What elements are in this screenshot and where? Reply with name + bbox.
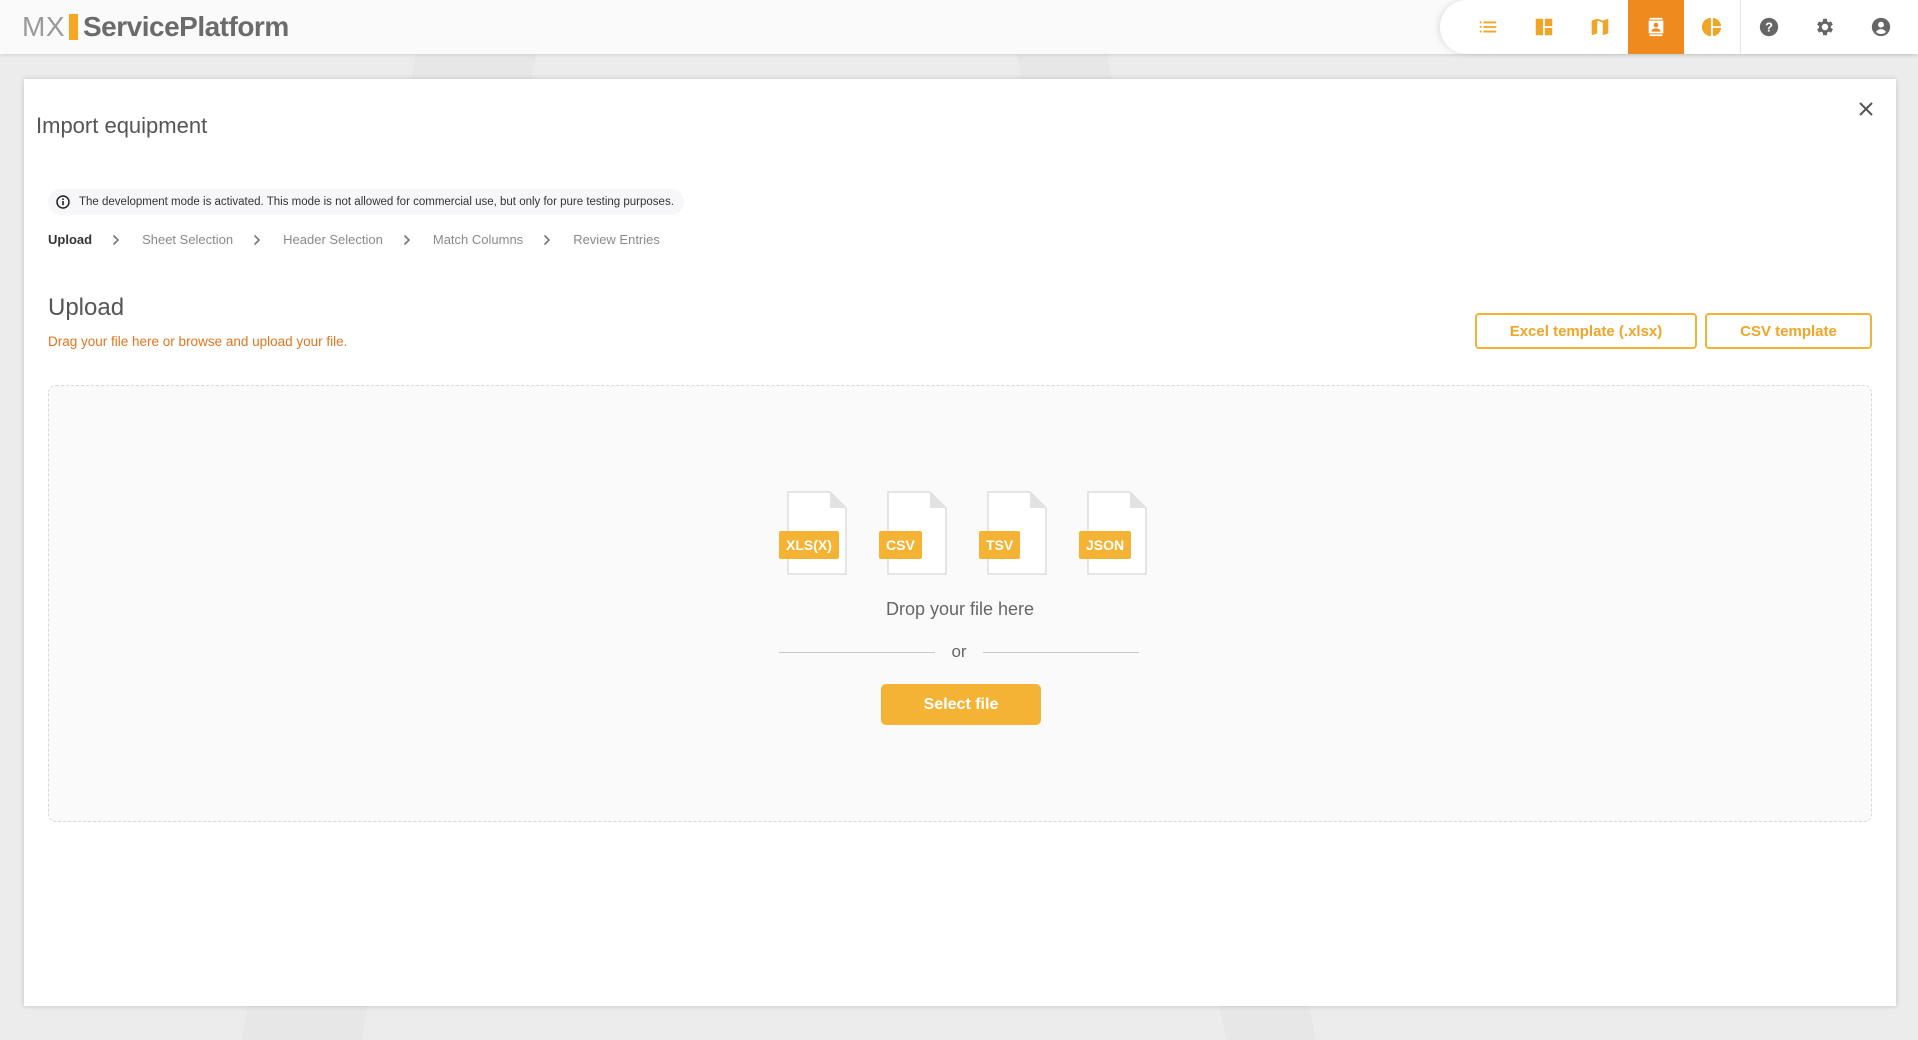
nav-list-button[interactable] — [1460, 0, 1516, 54]
logo-prefix: MX — [22, 11, 65, 42]
file-type-label: CSV — [879, 531, 922, 559]
dialog-title: Import equipment — [36, 113, 208, 138]
chevron-right-icon — [112, 234, 120, 246]
chevron-right-icon — [253, 234, 261, 246]
step-upload: Upload — [48, 232, 93, 247]
file-type-xlsx: XLS(X) — [779, 491, 847, 575]
file-type-label: TSV — [979, 531, 1021, 559]
logo-name: ServicePlatform — [83, 11, 289, 42]
help-icon: ? — [1759, 17, 1779, 37]
dashboard-icon — [1535, 18, 1553, 36]
nav-dashboard-button[interactable] — [1516, 0, 1572, 54]
info-icon — [56, 195, 70, 209]
upload-subtitle: Drag your file here or browse and upload… — [48, 334, 348, 349]
nav-pie-chart-button[interactable] — [1684, 0, 1740, 54]
nav-account-button[interactable] — [1853, 0, 1909, 54]
divider-line — [779, 651, 936, 653]
logo-bar — [69, 14, 78, 40]
step-review-entries: Review Entries — [573, 232, 660, 247]
excel-template-button[interactable]: Excel template (.xlsx) — [1475, 313, 1697, 349]
nav-help-button[interactable]: ? — [1741, 0, 1797, 54]
file-type-label: XLS(X) — [779, 531, 839, 559]
select-file-button[interactable]: Select file — [881, 684, 1041, 725]
import-dialog: Import equipment The development mode is… — [24, 79, 1896, 1006]
step-header-selection: Header Selection — [283, 232, 383, 247]
nav-contacts-button[interactable] — [1628, 0, 1684, 54]
top-navigation: ? — [1440, 0, 1918, 54]
step-match-columns: Match Columns — [432, 232, 524, 247]
stepper: Upload Sheet Selection Header Selection … — [48, 232, 660, 247]
notice-text: The development mode is activated. This … — [79, 196, 674, 208]
app-logo[interactable]: MX ServicePlatform — [22, 10, 289, 44]
contacts-icon — [1648, 17, 1664, 37]
step-sheet-selection: Sheet Selection — [142, 232, 234, 247]
divider-line — [982, 651, 1139, 653]
or-divider: or — [779, 642, 1139, 662]
csv-template-button[interactable]: CSV template — [1705, 313, 1872, 349]
file-type-label: JSON — [1079, 531, 1132, 559]
list-icon — [1479, 21, 1497, 33]
close-icon — [1859, 102, 1873, 116]
file-dropzone[interactable]: XLS(X) CSV TSV JSON Drop your file here … — [48, 385, 1872, 822]
settings-icon — [1817, 18, 1833, 36]
pie-chart-icon — [1701, 17, 1722, 37]
svg-text:?: ? — [1765, 20, 1773, 35]
map-icon — [1591, 18, 1609, 36]
nav-settings-button[interactable] — [1797, 0, 1853, 54]
file-type-tsv: TSV — [979, 491, 1047, 575]
or-text: or — [951, 642, 967, 661]
file-type-json: JSON — [1079, 491, 1147, 575]
dev-mode-notice: The development mode is activated. This … — [48, 189, 684, 215]
account-icon — [1871, 17, 1891, 37]
chevron-right-icon — [403, 234, 411, 246]
chevron-right-icon — [543, 234, 551, 246]
upload-heading: Upload — [48, 294, 125, 321]
close-button[interactable] — [1854, 97, 1878, 121]
file-type-csv: CSV — [879, 491, 947, 575]
top-bar: MX ServicePlatform ? — [0, 0, 1918, 54]
nav-map-button[interactable] — [1572, 0, 1628, 54]
file-type-icons: XLS(X) CSV TSV JSON — [779, 491, 1179, 575]
drop-text: Drop your file here — [885, 599, 1035, 619]
